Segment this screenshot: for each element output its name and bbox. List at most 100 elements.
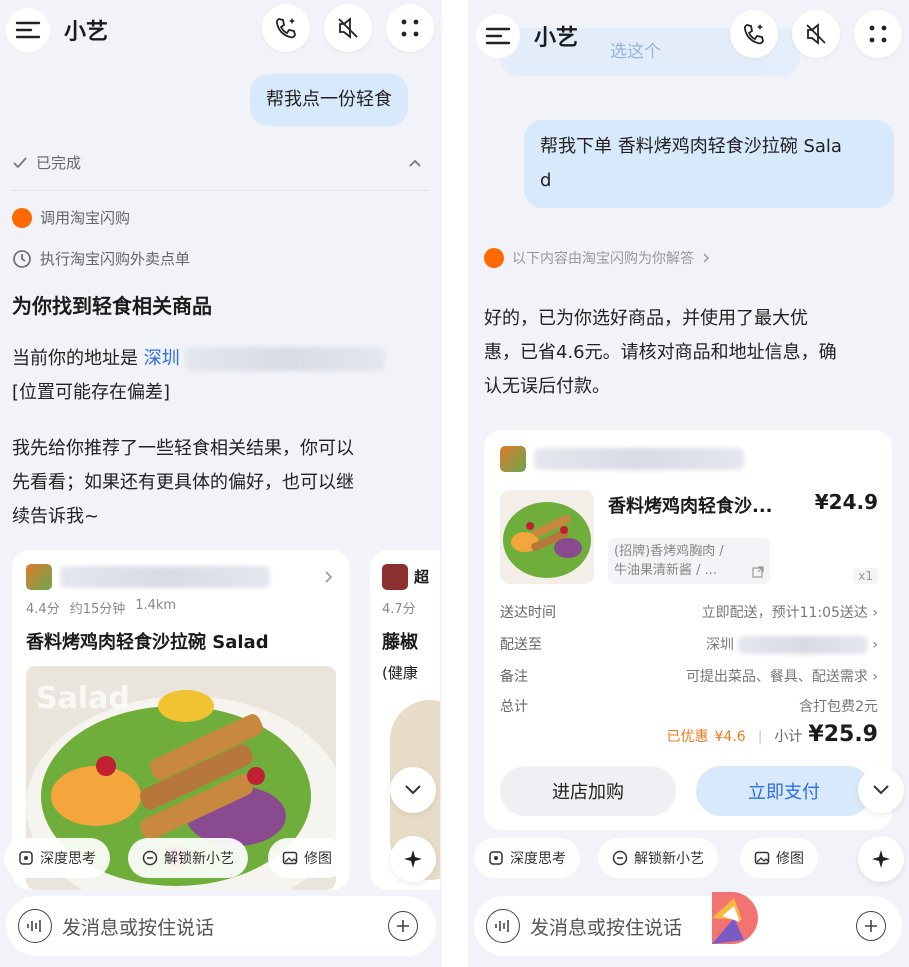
sparkle-button[interactable] xyxy=(390,836,436,882)
taobao-flash-logo-icon xyxy=(484,248,504,268)
chevron-down-icon xyxy=(405,785,421,795)
shop-logo xyxy=(382,564,408,590)
chip-deep-think[interactable]: 深度思考 xyxy=(4,838,110,878)
phone-sparkle-icon xyxy=(275,18,296,39)
voice-call-button[interactable] xyxy=(730,10,778,58)
plus-icon xyxy=(397,920,409,932)
grid-dots-icon xyxy=(869,25,887,43)
taobao-flash-logo-icon xyxy=(12,207,32,228)
note-placeholder: 可提出菜品、餐具、配送需求 xyxy=(685,669,868,685)
result-heading: 为你找到轻食相关商品 xyxy=(12,294,212,318)
brain-icon xyxy=(489,851,503,865)
reply-paragraph: 我先给你推荐了一些轻食相关结果，你可以 先看看；如果还有更具体的偏好，也可以继 … xyxy=(12,432,432,534)
menu-button[interactable] xyxy=(476,14,520,58)
subtotal-label: 小计 xyxy=(774,729,803,745)
waveform-icon xyxy=(495,920,509,932)
discount-value: ¥4.6 xyxy=(714,729,746,745)
address-prefix: 当前你的地址是 xyxy=(12,348,144,369)
shop-logo xyxy=(26,564,52,590)
shop-logo xyxy=(500,446,526,472)
external-edit-icon xyxy=(752,566,764,578)
top-bar: 小艺 xyxy=(0,0,442,62)
divider xyxy=(12,190,428,191)
menu-icon xyxy=(15,21,41,39)
row-label-address: 配送至 xyxy=(500,637,542,653)
phone-sparkle-icon xyxy=(743,24,764,45)
mute-button[interactable] xyxy=(792,10,840,58)
user-message-bubble: 帮我点一份轻食 xyxy=(250,74,408,126)
chip-unlock-xiaoyi[interactable]: 解锁新小艺 xyxy=(598,838,718,878)
menu-icon xyxy=(485,27,511,45)
left-chat-screen: 小艺 帮我点一份轻食 已完成 调用淘宝闪购 执行淘宝闪购外卖点单 为你找到轻食相… xyxy=(0,0,442,967)
voice-call-button[interactable] xyxy=(262,4,310,52)
waveform-icon xyxy=(27,920,41,932)
scroll-down-button[interactable] xyxy=(390,767,436,813)
mute-button[interactable] xyxy=(324,4,372,52)
more-button[interactable] xyxy=(386,4,434,52)
input-placeholder: 发消息或按住说话 xyxy=(530,916,683,939)
blurred-address xyxy=(185,347,386,371)
clock-task-icon xyxy=(13,249,31,268)
image-edit-icon xyxy=(754,851,770,865)
reply-line: 惠，已省4.6元。请核对商品和地址信息，确 xyxy=(484,342,837,363)
unlock-icon xyxy=(612,850,628,866)
message-line: 帮我下单 香料烤鸡肉轻食沙拉碗 Sala xyxy=(540,136,842,157)
row-label-note: 备注 xyxy=(500,669,528,685)
status-label: 已完成 xyxy=(36,154,82,172)
sparkle-button[interactable] xyxy=(858,836,904,882)
voice-wave-icon[interactable] xyxy=(18,909,52,943)
chip-unlock-xiaoyi[interactable]: 解锁新小艺 xyxy=(128,838,248,878)
product-sub-partial: (健康 xyxy=(382,664,418,682)
source-note-label: 以下内容由淘宝闪购为你解答 xyxy=(512,251,694,267)
mute-icon xyxy=(806,23,826,45)
add-button[interactable] xyxy=(856,911,886,941)
chevron-right-icon xyxy=(325,571,333,583)
reply-line: 好的，已为你选好商品，并使用了最大优 xyxy=(484,308,808,329)
reply-line: 我先给你推荐了一些轻食相关结果，你可以 xyxy=(12,438,354,459)
row-value-delivery-time[interactable]: 立即配送，预计11:05送达 › xyxy=(702,602,878,622)
chip-deep-think[interactable]: 深度思考 xyxy=(474,838,580,878)
add-button[interactable] xyxy=(388,911,418,941)
brand-watermark-logo xyxy=(712,892,758,944)
user-message-bubble: 帮我下单 香料烤鸡肉轻食沙拉碗 Sala d xyxy=(524,120,894,208)
image-watermark: Salad xyxy=(36,681,130,716)
top-bar: 小艺 xyxy=(468,0,909,62)
more-button[interactable] xyxy=(854,10,902,58)
source-note[interactable]: 以下内容由淘宝闪购为你解答 xyxy=(484,248,710,268)
shop-rating: 4.4分 xyxy=(26,602,60,617)
shop-meta: 4.4分 约15分钟 1.4km xyxy=(26,598,176,617)
reply-line: 续告诉我~ xyxy=(12,506,100,527)
address-city-link[interactable]: 深圳 xyxy=(144,348,180,369)
order-card: 香料烤鸡肉轻食沙... ¥24.9 (招牌)香烤鸡胸肉 / 牛油果清新酱 / .… xyxy=(484,430,892,830)
product-name: 香料烤鸡肉轻食沙... xyxy=(608,496,773,517)
unlock-icon xyxy=(142,850,158,866)
task-status-row[interactable]: 已完成 xyxy=(12,152,428,173)
message-input-bar[interactable]: 发消息或按住说话 xyxy=(474,896,902,956)
step-label-1: 调用淘宝闪购 xyxy=(40,209,131,227)
address-paragraph: 当前你的地址是 深圳 [位置可能存在偏差] xyxy=(12,342,432,410)
product-thumbnail xyxy=(500,490,594,584)
delivery-time-value: 立即配送，预计11:05送达 xyxy=(701,605,868,621)
step-row-2: 执行淘宝闪购外卖点单 xyxy=(12,248,190,269)
row-value-address[interactable]: 深圳 › xyxy=(706,634,878,654)
chevron-down-icon xyxy=(873,785,889,795)
scroll-down-button[interactable] xyxy=(858,767,904,813)
menu-button[interactable] xyxy=(6,8,50,52)
row-value-note[interactable]: 可提出菜品、餐具、配送需求 › xyxy=(686,666,878,686)
product-name: 香料烤鸡肉轻食沙拉碗 Salad xyxy=(26,632,269,653)
quantity-badge: x1 xyxy=(853,568,878,584)
add-to-cart-button[interactable]: 进店加购 xyxy=(500,766,676,816)
voice-wave-icon[interactable] xyxy=(486,909,520,943)
right-chat-screen: 选这个 小艺 帮我下单 香料烤鸡肉轻食沙拉碗 Sala d 以下内容由淘宝闪购为… xyxy=(468,0,909,967)
chip-photo-edit[interactable]: 修图 xyxy=(740,838,818,878)
pay-now-button[interactable]: 立即支付 xyxy=(696,766,872,816)
message-input-bar[interactable]: 发消息或按住说话 xyxy=(6,896,436,956)
price-summary: 已优惠 ¥4.6 | 小计 ¥25.9 xyxy=(667,722,878,747)
chip-label: 解锁新小艺 xyxy=(164,851,234,867)
chip-photo-edit[interactable]: 修图 xyxy=(268,838,346,878)
reply-line: 先看看；如果还有更具体的偏好，也可以继 xyxy=(12,472,354,493)
app-title: 小艺 xyxy=(64,20,109,45)
image-edit-icon xyxy=(282,851,298,865)
spec-box[interactable]: (招牌)香烤鸡胸肉 / 牛油果清新酱 / ... xyxy=(608,538,770,584)
brain-icon xyxy=(19,851,33,865)
